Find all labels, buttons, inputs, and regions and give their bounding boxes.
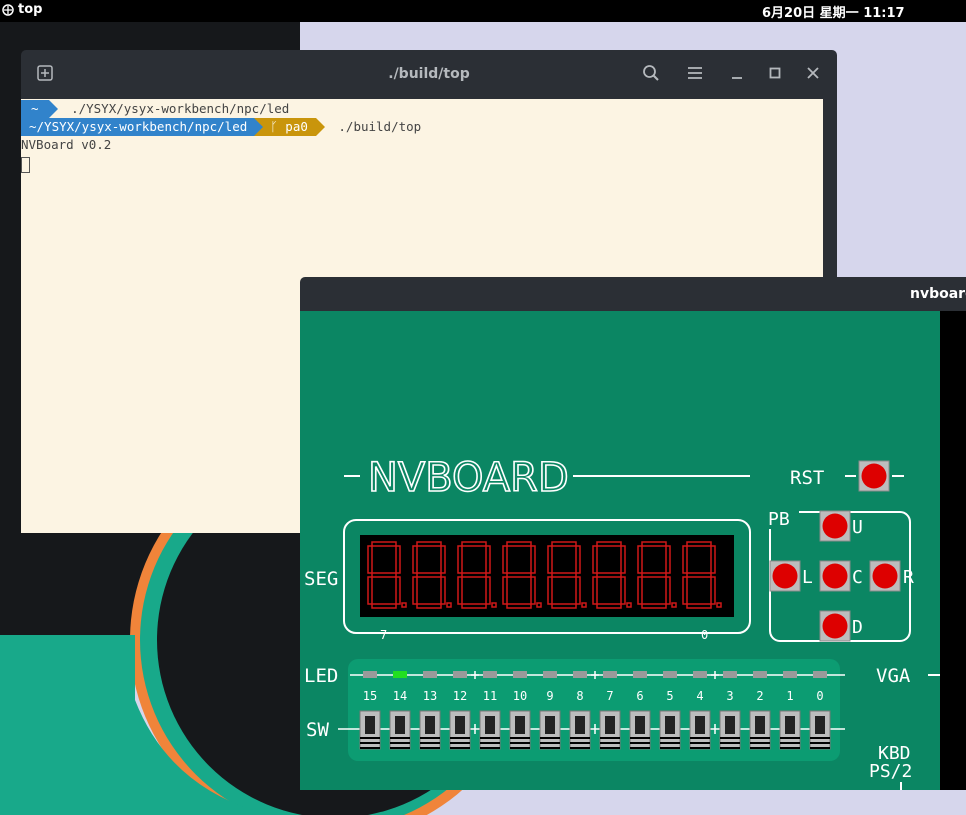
btn-center-label: C <box>852 567 863 588</box>
btn-up[interactable] <box>819 510 851 542</box>
led <box>573 671 587 678</box>
switch[interactable] <box>479 710 501 750</box>
bit-label: 1 <box>786 689 793 703</box>
led <box>393 671 407 678</box>
led <box>633 671 647 678</box>
nvboard-window: nvboard NVBOARD RST SEG 7 0 PB U L C <box>300 277 966 790</box>
bit-label: 15 <box>363 689 377 703</box>
branch-icon: ᚴ <box>270 119 278 134</box>
bit-label: 8 <box>576 689 583 703</box>
nvboard-side-strip <box>940 311 966 790</box>
led-label: LED <box>304 665 338 687</box>
led <box>453 671 467 678</box>
app-icon <box>2 3 14 16</box>
terminal-title: ./build/top <box>388 66 470 82</box>
sw-label: SW <box>306 719 329 741</box>
bit-label: 11 <box>483 689 497 703</box>
close-icon[interactable] <box>803 64 823 84</box>
led <box>423 671 437 678</box>
led <box>513 671 527 678</box>
nvboard-titlebar[interactable]: nvboard <box>300 277 966 311</box>
switch[interactable] <box>779 710 801 750</box>
switch[interactable] <box>749 710 771 750</box>
nvboard-title: nvboard <box>910 286 966 302</box>
switch[interactable] <box>389 710 411 750</box>
bit-label: 6 <box>636 689 643 703</box>
led <box>693 671 707 678</box>
switch[interactable] <box>359 710 381 750</box>
bit-label: 10 <box>513 689 527 703</box>
btn-left[interactable] <box>769 560 801 592</box>
btn-right-label: R <box>903 567 914 588</box>
app-menu[interactable]: top <box>2 2 42 17</box>
bit-label: 4 <box>696 689 703 703</box>
seg-label: SEG <box>304 568 338 590</box>
terminal-titlebar[interactable]: ./build/top <box>21 50 837 99</box>
switch[interactable] <box>599 710 621 750</box>
btn-right[interactable] <box>869 560 901 592</box>
led <box>363 671 377 678</box>
bit-label: 5 <box>666 689 673 703</box>
switch[interactable] <box>689 710 711 750</box>
board-graphic: NVBOARD RST SEG 7 0 PB U L C R D LED SW … <box>304 454 940 790</box>
bit-label: 0 <box>816 689 823 703</box>
maximize-icon[interactable] <box>765 64 785 84</box>
nvboard-logo: NVBOARD <box>368 455 569 501</box>
terminal-line-2: ~/YSYX/ysyx-workbench/npc/led ᚴ pa0 ./bui… <box>21 118 421 136</box>
btn-down[interactable] <box>819 610 851 642</box>
switch[interactable] <box>809 710 831 750</box>
bit-label: 14 <box>393 689 407 703</box>
btn-up-label: U <box>852 517 863 538</box>
prompt-directory: ~/YSYX/ysyx-workbench/npc/led <box>21 118 256 136</box>
rst-label: RST <box>790 467 824 489</box>
switch[interactable] <box>569 710 591 750</box>
terminal-output: NVBoard v0.2 <box>21 137 112 152</box>
switch[interactable] <box>449 710 471 750</box>
switch[interactable] <box>659 710 681 750</box>
led <box>603 671 617 678</box>
search-icon[interactable] <box>641 64 661 84</box>
terminal-cursor <box>21 156 30 173</box>
switch[interactable] <box>419 710 441 750</box>
led <box>543 671 557 678</box>
bit-label: 3 <box>726 689 733 703</box>
led <box>813 671 827 678</box>
terminal-cursor-line <box>21 155 30 173</box>
pb-label: PB <box>768 509 790 530</box>
bit-label: 2 <box>756 689 763 703</box>
prompt-branch: ᚴ pa0 <box>254 118 316 136</box>
branch-name: pa0 <box>285 119 308 134</box>
rst-button[interactable] <box>858 460 890 492</box>
switch[interactable] <box>539 710 561 750</box>
switch[interactable] <box>719 710 741 750</box>
btn-left-label: L <box>802 567 813 588</box>
switch[interactable] <box>509 710 531 750</box>
bit-label: 9 <box>546 689 553 703</box>
terminal-line-1: ~ ./YSYX/ysyx-workbench/npc/led <box>21 100 289 118</box>
led <box>483 671 497 678</box>
menu-icon[interactable] <box>685 64 705 84</box>
bit-label: 7 <box>606 689 613 703</box>
terminal-command: ./build/top <box>338 119 422 134</box>
minimize-icon[interactable] <box>727 64 747 84</box>
clock[interactable]: 6月20日 星期一 11:17 <box>762 2 905 21</box>
switch[interactable] <box>629 710 651 750</box>
btn-down-label: D <box>852 617 863 638</box>
vga-label: VGA <box>876 665 911 687</box>
bit-label: 13 <box>423 689 437 703</box>
seg-index-left: 7 <box>380 628 387 642</box>
ps2-label: PS/2 <box>869 761 912 782</box>
previous-path: ./YSYX/ysyx-workbench/npc/led <box>71 101 290 116</box>
led <box>783 671 797 678</box>
top-bar: top 6月20日 星期一 11:17 <box>0 0 966 22</box>
btn-center[interactable] <box>819 560 851 592</box>
led <box>753 671 767 678</box>
led <box>723 671 737 678</box>
led <box>663 671 677 678</box>
app-name: top <box>18 2 43 17</box>
seg-index-right: 0 <box>701 628 708 642</box>
bit-label: 12 <box>453 689 467 703</box>
prompt-home-badge: ~ <box>21 100 49 118</box>
nvboard-canvas: NVBOARD RST SEG 7 0 PB U L C R D LED SW … <box>300 311 940 790</box>
